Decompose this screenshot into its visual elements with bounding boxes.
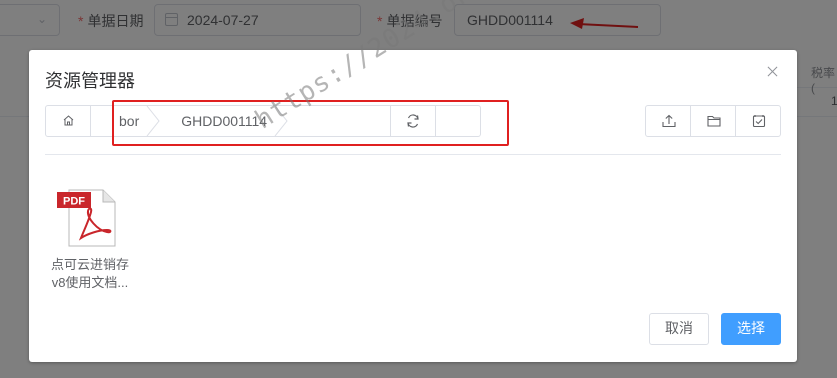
upload-button[interactable] — [646, 106, 690, 136]
dialog-divider — [45, 154, 781, 155]
select-all-button[interactable] — [735, 106, 780, 136]
close-icon[interactable] — [765, 64, 781, 80]
toolbar — [645, 105, 781, 137]
file-name: 点可云进销存v8使用文档... — [50, 257, 129, 290]
cancel-button[interactable]: 取消 — [649, 313, 709, 345]
upload-icon — [662, 114, 676, 128]
select-button[interactable]: 选择 — [721, 313, 781, 345]
home-icon — [63, 115, 74, 126]
resource-manager-dialog: 资源管理器 bor GHDD001114 PDF 点可云进销存v8使用文档...… — [29, 50, 797, 362]
select-all-icon — [752, 115, 766, 128]
pdf-badge-label: PDF — [63, 196, 85, 208]
new-folder-button[interactable] — [690, 106, 735, 136]
folder-icon — [707, 115, 721, 127]
breadcrumb-home[interactable] — [46, 106, 91, 136]
pdf-file-icon: PDF — [57, 189, 116, 247]
dialog-title: 资源管理器 — [45, 71, 135, 91]
